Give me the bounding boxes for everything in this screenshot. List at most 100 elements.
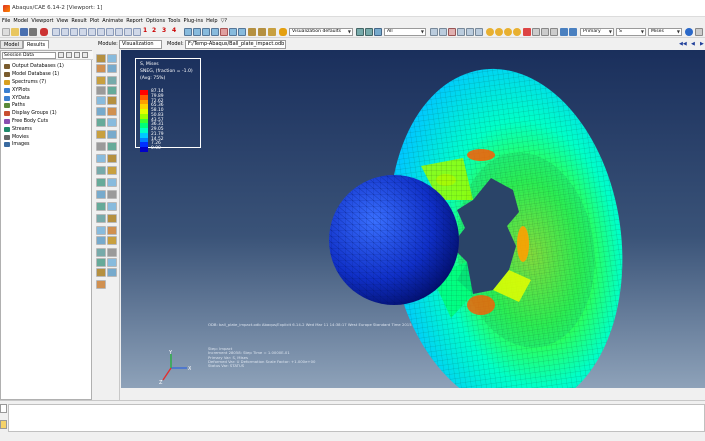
tool-icon[interactable]	[96, 118, 106, 127]
menu-item[interactable]: Animate	[102, 17, 123, 26]
view-tool-icon[interactable]	[133, 28, 141, 36]
view-tool-icon[interactable]	[88, 28, 96, 36]
selection-icon[interactable]	[374, 28, 382, 36]
display-group-icon[interactable]	[475, 28, 483, 36]
menu-item[interactable]: Viewport	[31, 17, 53, 26]
output-type-select[interactable]: Primary ▼	[580, 28, 614, 36]
tool-icon[interactable]	[107, 154, 117, 163]
tree-item[interactable]: Output Databases (1)	[4, 63, 64, 71]
tool-icon[interactable]	[96, 214, 106, 223]
visualization-defaults-select[interactable]: Visualization defaults ▼	[289, 28, 353, 36]
tree-expand-icon[interactable]	[66, 52, 72, 58]
menu-item[interactable]: File	[2, 17, 10, 26]
first-frame-icon[interactable]: ◀◀	[679, 41, 687, 47]
common-options-icon[interactable]	[532, 28, 540, 36]
tool-icon[interactable]	[96, 107, 106, 116]
tool-icon[interactable]	[107, 214, 117, 223]
message-area-icon[interactable]	[0, 404, 7, 413]
tool-icon[interactable]	[107, 236, 117, 245]
tool-icon[interactable]	[96, 96, 106, 105]
field-output-icon[interactable]	[569, 28, 577, 36]
view-tool-icon[interactable]	[52, 28, 60, 36]
replace-icon[interactable]	[430, 28, 438, 36]
tool-icon[interactable]	[96, 76, 106, 85]
previous-frame-icon[interactable]: ◀	[691, 41, 695, 47]
cycle-views-icon[interactable]	[229, 28, 237, 36]
view-tool-icon[interactable]	[124, 28, 132, 36]
zoom-box-icon[interactable]	[211, 28, 219, 36]
menu-item[interactable]: Model	[13, 17, 28, 26]
menu-item[interactable]: Plug-ins	[183, 17, 203, 26]
tree-item[interactable]: Images	[4, 141, 64, 149]
tool-icon[interactable]	[96, 178, 106, 187]
menu-item[interactable]: Help	[206, 17, 217, 26]
tool-icon[interactable]	[107, 96, 117, 105]
display-group-icon[interactable]	[466, 28, 474, 36]
menu-item[interactable]: Tools	[168, 17, 180, 26]
tool-icon[interactable]	[96, 226, 106, 235]
print-icon[interactable]	[29, 28, 37, 36]
rotate-icon[interactable]	[193, 28, 201, 36]
tree-filter-icon[interactable]	[58, 52, 64, 58]
add-icon[interactable]	[439, 28, 447, 36]
query-icon[interactable]	[685, 28, 693, 36]
step-1-button[interactable]: 1	[143, 27, 147, 34]
field-output-select[interactable]: S ▼	[616, 28, 646, 36]
common-options-icon[interactable]	[541, 28, 549, 36]
menu-item[interactable]: View	[57, 17, 69, 26]
tool-icon[interactable]	[96, 64, 106, 73]
tool-icon[interactable]	[107, 118, 117, 127]
tool-icon[interactable]	[107, 107, 117, 116]
new-file-icon[interactable]	[2, 28, 10, 36]
view-tool-icon[interactable]	[97, 28, 105, 36]
tree-item[interactable]: Paths	[4, 102, 64, 110]
step-2-button[interactable]: 2	[152, 27, 156, 34]
tree-item[interactable]: Spectrums (7)	[4, 79, 64, 87]
material-orientation-icon[interactable]	[513, 28, 521, 36]
tree-item[interactable]: Free Body Cuts	[4, 118, 64, 126]
tree-help-icon[interactable]	[82, 52, 88, 58]
invariant-select[interactable]: Mises ▼	[648, 28, 682, 36]
menu-item[interactable]: Options	[146, 17, 165, 26]
tree-item[interactable]: Display Groups (1)	[4, 110, 64, 118]
tool-icon[interactable]	[96, 166, 106, 175]
open-file-icon[interactable]	[11, 28, 19, 36]
viewport[interactable]: S, Mises SNEG, (fraction = -1.0) (Avg: 7…	[121, 50, 705, 388]
model-select[interactable]: F:/Temp-Abaqus/Ball_plate_impact.odb	[185, 40, 286, 49]
step-3-button[interactable]: 3	[162, 27, 166, 34]
remove-icon[interactable]	[448, 28, 456, 36]
views-icon[interactable]	[268, 28, 276, 36]
view-tool-icon[interactable]	[70, 28, 78, 36]
tree-item[interactable]: Model Database (1)	[4, 71, 64, 79]
tool-icon[interactable]	[107, 142, 117, 151]
magnify-icon[interactable]	[202, 28, 210, 36]
tool-icon[interactable]	[96, 236, 106, 245]
tool-icon[interactable]	[96, 154, 106, 163]
tool-icon[interactable]	[96, 54, 106, 63]
view-tool-icon[interactable]	[79, 28, 87, 36]
tool-icon[interactable]	[96, 248, 106, 257]
overlay-icon[interactable]	[523, 28, 531, 36]
tab-results[interactable]: Results	[23, 40, 50, 49]
tool-icon[interactable]	[107, 86, 117, 95]
tool-icon[interactable]	[96, 268, 106, 277]
module-select[interactable]: Visualization	[119, 40, 162, 49]
tool-icon[interactable]	[107, 178, 117, 187]
save-icon[interactable]	[20, 28, 28, 36]
render-style-icon[interactable]	[365, 28, 373, 36]
tool-icon[interactable]	[107, 54, 117, 63]
tree-collapse-icon[interactable]	[74, 52, 80, 58]
tool-icon[interactable]	[107, 202, 117, 211]
tool-icon[interactable]	[107, 268, 117, 277]
pan-icon[interactable]	[184, 28, 192, 36]
tool-icon[interactable]	[96, 280, 106, 289]
tool-icon[interactable]	[107, 76, 117, 85]
play-icon[interactable]: ▶	[700, 41, 704, 47]
views-icon[interactable]	[248, 28, 256, 36]
tree-item[interactable]: XYPlots	[4, 86, 64, 94]
tree-item[interactable]: Streams	[4, 125, 64, 133]
menu-item[interactable]: Report	[126, 17, 143, 26]
tool-icon[interactable]	[96, 86, 106, 95]
tool-icon[interactable]	[107, 258, 117, 267]
menu-item[interactable]: Result	[71, 17, 86, 26]
